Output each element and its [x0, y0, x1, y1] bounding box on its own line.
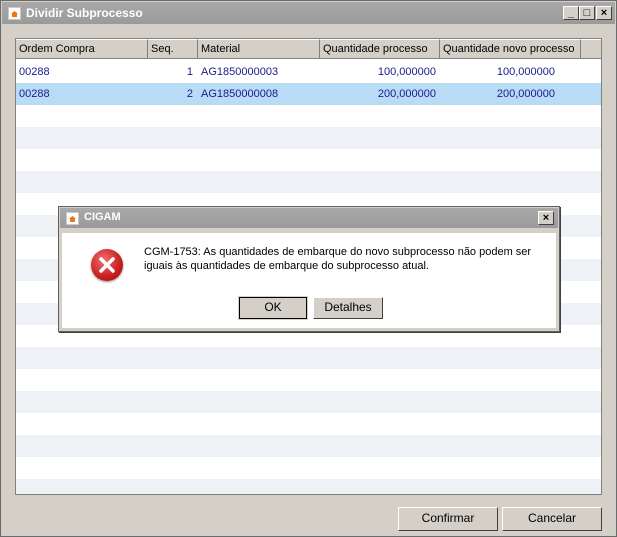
table-row[interactable]: 00288 2 AG1850000008 200,000000 200,0000…	[16, 83, 601, 105]
dialog-close-button[interactable]: ×	[538, 211, 554, 225]
minimize-button[interactable]: _	[563, 6, 579, 20]
dialog-app-icon	[66, 212, 79, 225]
column-header-material[interactable]: Material	[198, 39, 320, 59]
window-titlebar[interactable]: Dividir Subprocesso _ □ ×	[2, 2, 615, 24]
cell-quantidade-processo: 100,000000	[377, 66, 436, 78]
confirm-button[interactable]: Confirmar	[398, 507, 498, 531]
column-header-quantidade-novo-processo[interactable]: Quantidade novo processo	[440, 39, 581, 59]
error-message-line-2: iguais às quantidades de embarque do sub…	[144, 260, 429, 272]
column-header-ordem-compra[interactable]: Ordem Compra	[16, 39, 148, 59]
close-button[interactable]: ×	[596, 6, 612, 20]
error-message: CGM-1753: As quantidades de embarque do …	[144, 245, 544, 273]
empty-row	[16, 171, 601, 193]
cell-seq: 1	[186, 66, 193, 78]
window-title: Dividir Subprocesso	[26, 6, 143, 20]
column-header-seq[interactable]: Seq.	[148, 39, 198, 59]
empty-row	[16, 479, 601, 494]
dialog-title: CIGAM	[84, 211, 121, 223]
error-dialog: CIGAM × CGM-1753: As quantidades de emba…	[58, 206, 560, 332]
app-icon	[8, 7, 21, 20]
table-row[interactable]: 00288 1 AG1850000003 100,000000 100,0000…	[16, 61, 601, 83]
cell-material: AG1850000008	[201, 88, 279, 100]
cell-quantidade-novo-processo: 100,000000	[496, 66, 555, 78]
maximize-button[interactable]: □	[579, 6, 595, 20]
empty-row	[16, 435, 601, 457]
empty-row	[16, 347, 601, 369]
column-header-quantidade-processo[interactable]: Quantidade processo	[320, 39, 440, 59]
error-icon	[91, 249, 123, 281]
empty-row	[16, 127, 601, 149]
grid-header: Ordem Compra Seq. Material Quantidade pr…	[16, 39, 601, 59]
cell-ordem-compra: 00288	[19, 88, 50, 100]
details-button[interactable]: Detalhes	[313, 297, 383, 319]
ok-button[interactable]: OK	[238, 296, 308, 320]
cell-material: AG1850000003	[201, 66, 279, 78]
column-header-filler	[581, 39, 601, 59]
empty-row	[16, 391, 601, 413]
dialog-titlebar[interactable]: CIGAM ×	[60, 208, 558, 228]
cancel-button[interactable]: Cancelar	[502, 507, 602, 531]
cell-ordem-compra: 00288	[19, 66, 50, 78]
dialog-body: CGM-1753: As quantidades de embarque do …	[61, 232, 557, 329]
error-message-line-1: CGM-1753: As quantidades de embarque do …	[144, 246, 532, 258]
cell-quantidade-processo: 200,000000	[377, 88, 436, 100]
cell-seq: 2	[186, 88, 193, 100]
cell-quantidade-novo-processo: 200,000000	[496, 88, 555, 100]
